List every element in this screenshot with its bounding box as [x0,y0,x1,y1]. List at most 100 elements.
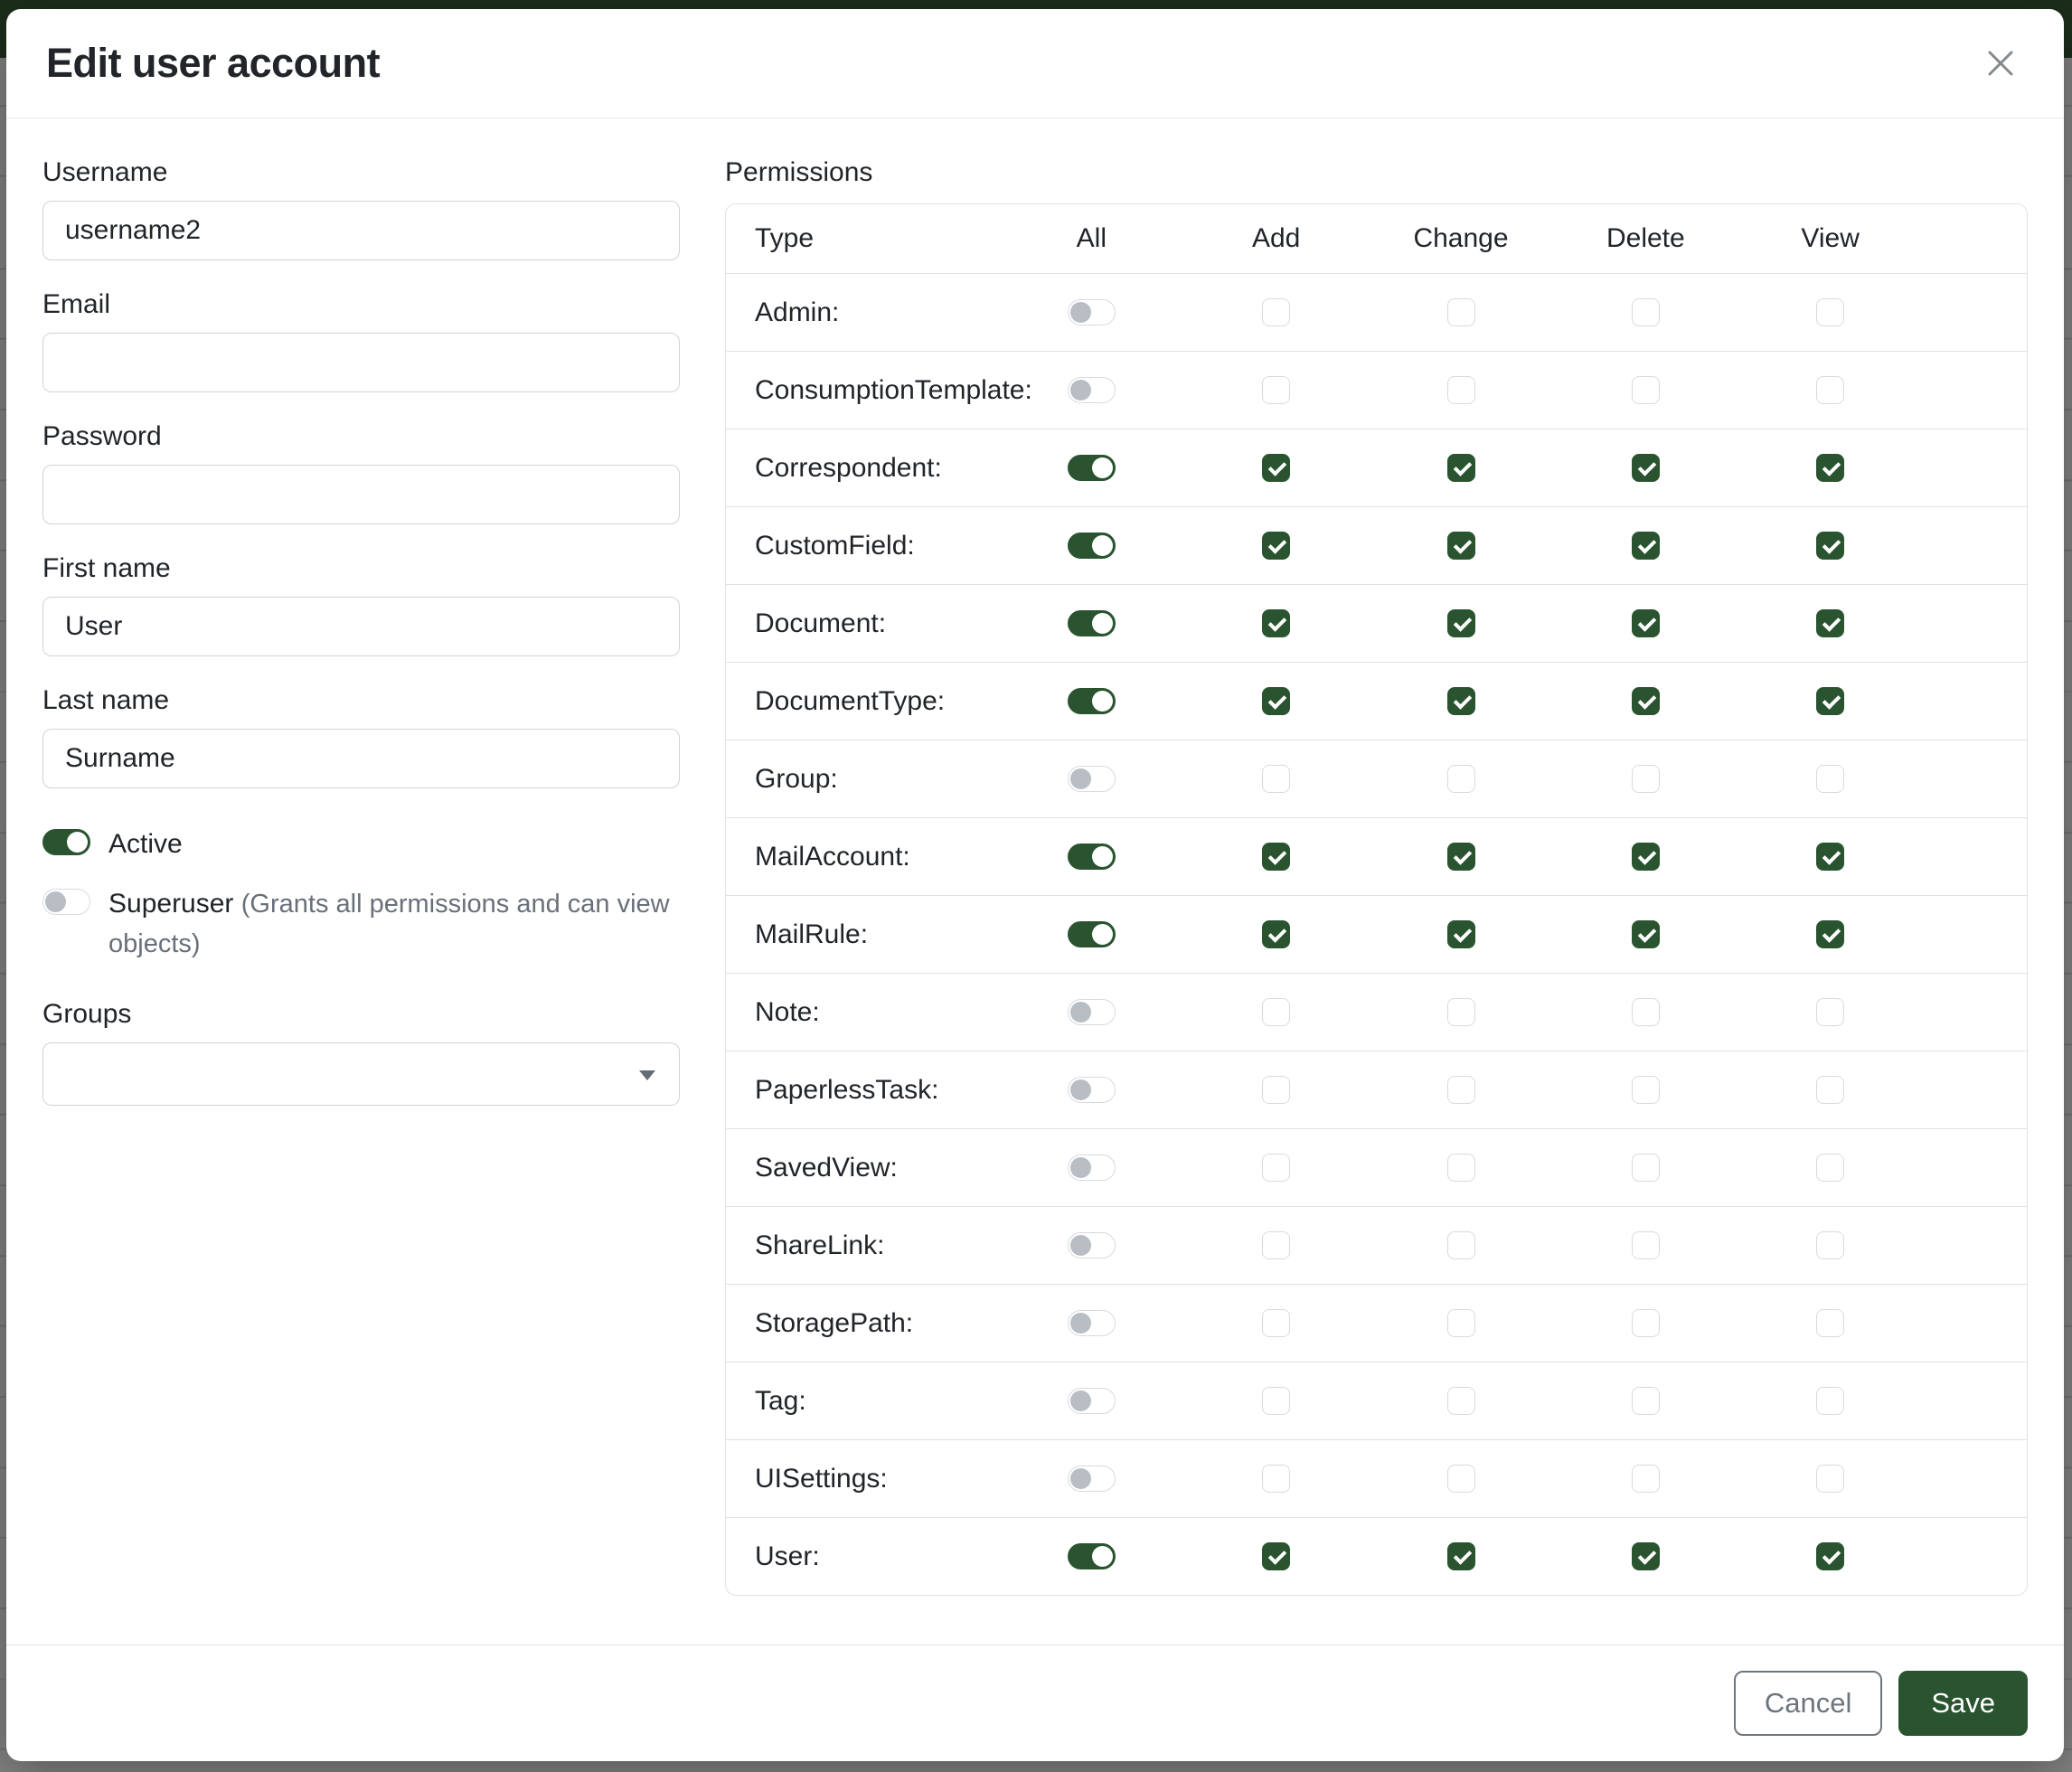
perm-add-checkbox[interactable] [1262,1387,1290,1415]
perm-delete-checkbox[interactable] [1632,376,1660,404]
first-name-input[interactable] [42,597,680,656]
perm-delete-checkbox[interactable] [1632,1309,1660,1337]
perm-change-checkbox[interactable] [1447,1231,1475,1259]
perm-delete-checkbox[interactable] [1632,609,1660,637]
perm-add-checkbox[interactable] [1262,532,1290,560]
perm-view-checkbox[interactable] [1816,1076,1844,1104]
perm-change-checkbox[interactable] [1447,1542,1475,1570]
perm-all-toggle[interactable] [1068,610,1116,636]
perm-view-checkbox[interactable] [1816,1231,1844,1259]
perm-add-checkbox[interactable] [1262,1465,1290,1493]
superuser-toggle[interactable] [42,889,90,915]
perm-add-checkbox[interactable] [1262,843,1290,871]
perm-add-checkbox[interactable] [1262,1542,1290,1570]
perm-change-checkbox[interactable] [1447,298,1475,326]
perm-all-toggle[interactable] [1068,921,1116,947]
perm-all-toggle[interactable] [1068,1466,1116,1492]
perm-view-checkbox[interactable] [1816,687,1844,715]
groups-select[interactable] [42,1042,680,1106]
perm-add-checkbox[interactable] [1262,765,1290,793]
active-toggle[interactable] [42,829,90,855]
perm-delete-checkbox[interactable] [1632,843,1660,871]
perm-add-checkbox[interactable] [1262,687,1290,715]
perm-view-checkbox[interactable] [1816,454,1844,482]
perm-change-checkbox[interactable] [1447,843,1475,871]
perm-delete-checkbox[interactable] [1632,298,1660,326]
perm-add-checkbox[interactable] [1262,998,1290,1026]
perm-all-toggle[interactable] [1068,455,1116,481]
save-button[interactable]: Save [1898,1671,2028,1736]
perm-all-toggle[interactable] [1068,1310,1116,1336]
perm-all-toggle[interactable] [1068,1155,1116,1181]
last-name-input[interactable] [42,729,680,788]
perm-change-checkbox[interactable] [1447,1154,1475,1182]
perm-view-checkbox[interactable] [1816,765,1844,793]
perm-change-checkbox[interactable] [1447,1465,1475,1493]
perm-all-toggle[interactable] [1068,377,1116,403]
perm-change-checkbox[interactable] [1447,376,1475,404]
perm-view-checkbox[interactable] [1816,1465,1844,1493]
cancel-button[interactable]: Cancel [1734,1671,1883,1736]
perm-all-toggle[interactable] [1068,688,1116,714]
perm-delete-checkbox[interactable] [1632,1231,1660,1259]
perm-delete-checkbox[interactable] [1632,687,1660,715]
perm-all-toggle[interactable] [1068,1388,1116,1414]
perm-all-toggle[interactable] [1068,844,1116,870]
perm-view-checkbox[interactable] [1816,1387,1844,1415]
perm-change-checkbox[interactable] [1447,1309,1475,1337]
perm-change-checkbox[interactable] [1447,920,1475,948]
perm-delete-checkbox[interactable] [1632,1154,1660,1182]
perm-view-checkbox[interactable] [1816,843,1844,871]
perm-add-checkbox[interactable] [1262,454,1290,482]
perm-all-toggle[interactable] [1068,1232,1116,1258]
perm-add-checkbox[interactable] [1262,376,1290,404]
username-input[interactable] [42,201,680,260]
perm-all-toggle[interactable] [1068,299,1116,325]
password-input[interactable] [42,465,680,524]
perm-delete-checkbox[interactable] [1632,454,1660,482]
perm-add-checkbox[interactable] [1262,1309,1290,1337]
perm-change-checkbox[interactable] [1447,1076,1475,1104]
perm-all-toggle[interactable] [1068,1543,1116,1569]
last-name-field-group: Last name [42,684,680,788]
perm-add-checkbox[interactable] [1262,920,1290,948]
perm-delete-checkbox[interactable] [1632,1387,1660,1415]
perm-change-checkbox[interactable] [1447,532,1475,560]
perm-view-checkbox[interactable] [1816,1154,1844,1182]
perm-view-checkbox[interactable] [1816,1309,1844,1337]
perm-delete-checkbox[interactable] [1632,1542,1660,1570]
perm-add-checkbox[interactable] [1262,609,1290,637]
perm-delete-checkbox[interactable] [1632,920,1660,948]
perm-add-checkbox[interactable] [1262,1154,1290,1182]
perm-view-checkbox[interactable] [1816,1542,1844,1570]
perm-all-toggle[interactable] [1068,1077,1116,1103]
perm-delete-checkbox[interactable] [1632,998,1660,1026]
table-row: MailAccount: [726,817,2027,895]
perm-delete-checkbox[interactable] [1632,1076,1660,1104]
close-icon [1983,45,2019,81]
perm-change-checkbox[interactable] [1447,998,1475,1026]
email-input[interactable] [42,333,680,392]
perm-change-checkbox[interactable] [1447,1387,1475,1415]
perm-all-toggle[interactable] [1068,999,1116,1025]
perm-change-checkbox[interactable] [1447,454,1475,482]
perm-add-checkbox[interactable] [1262,1231,1290,1259]
perm-type-label: Correspondent: [755,453,942,483]
perm-delete-checkbox[interactable] [1632,532,1660,560]
perm-view-checkbox[interactable] [1816,609,1844,637]
perm-change-checkbox[interactable] [1447,609,1475,637]
perm-view-checkbox[interactable] [1816,298,1844,326]
perm-all-toggle[interactable] [1068,766,1116,792]
perm-view-checkbox[interactable] [1816,920,1844,948]
perm-add-checkbox[interactable] [1262,1076,1290,1104]
close-button[interactable] [1977,40,2024,87]
perm-change-checkbox[interactable] [1447,765,1475,793]
perm-add-checkbox[interactable] [1262,298,1290,326]
perm-view-checkbox[interactable] [1816,376,1844,404]
perm-delete-checkbox[interactable] [1632,1465,1660,1493]
perm-view-checkbox[interactable] [1816,532,1844,560]
perm-view-checkbox[interactable] [1816,998,1844,1026]
perm-change-checkbox[interactable] [1447,687,1475,715]
perm-all-toggle[interactable] [1068,533,1116,559]
perm-delete-checkbox[interactable] [1632,765,1660,793]
